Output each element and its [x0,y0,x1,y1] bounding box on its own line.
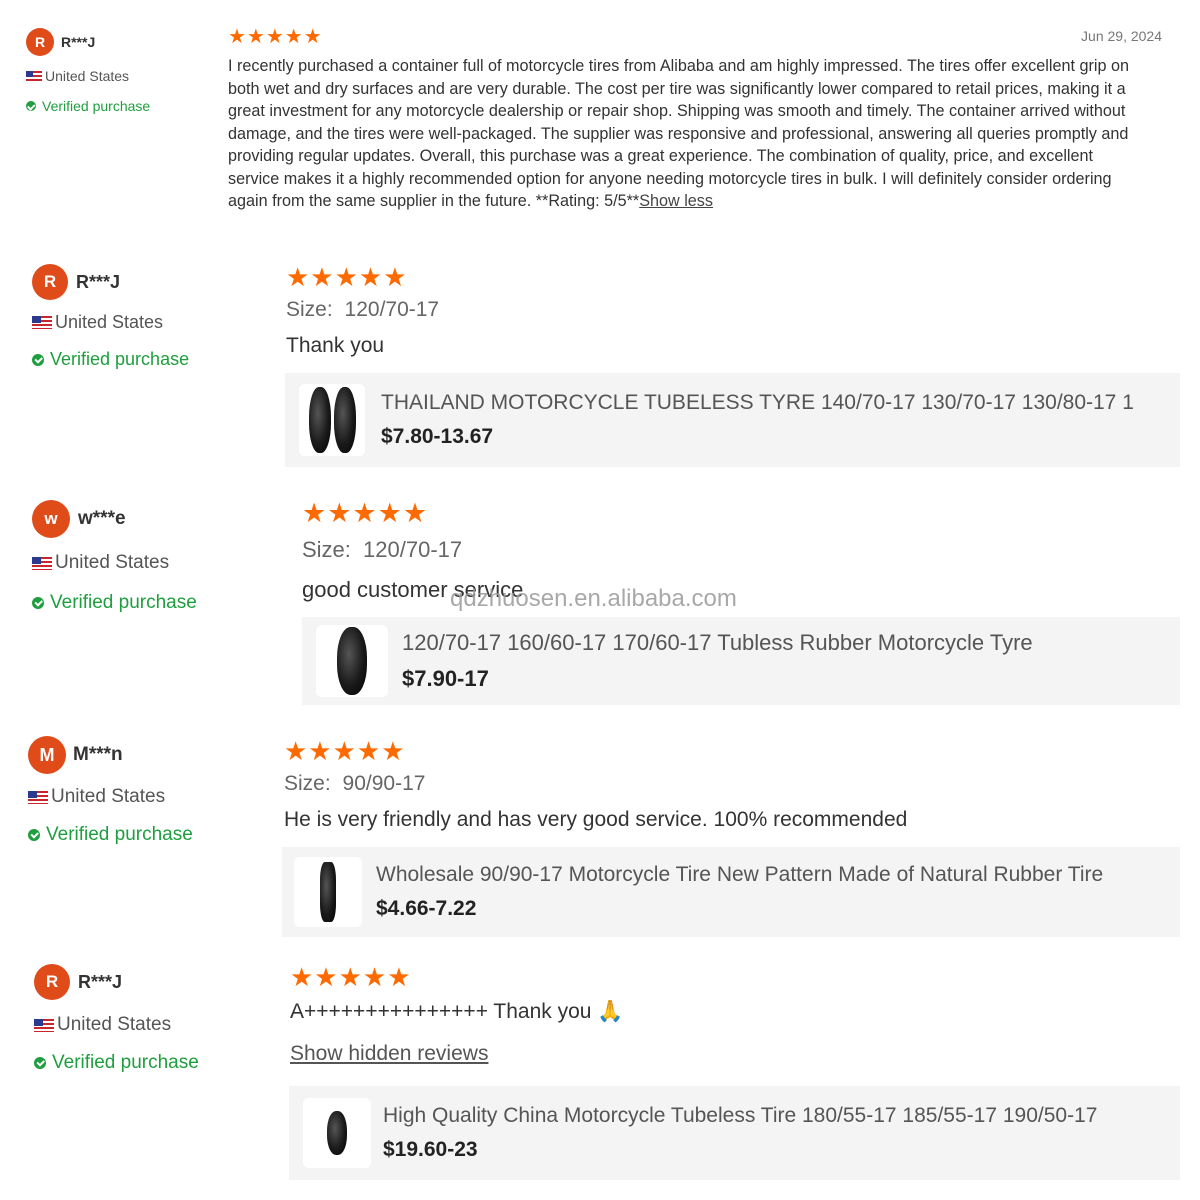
verified-badge: Verified purchase [34,1052,199,1074]
reviewer-name: R***J [76,271,121,292]
show-hidden-reviews-link[interactable]: Show hidden reviews [290,1042,488,1066]
avatar: R [26,28,54,56]
star-rating: ★★★★★ [290,962,412,992]
size-value: 120/70-17 [363,537,463,562]
reviewer-info: R R***J United States Verified purchase [34,964,199,1074]
tire-image [327,1111,347,1155]
verified-label: Verified purchase [50,592,197,613]
size-info: Size: 90/90-17 [284,772,1184,796]
reviewer-country: United States [28,786,193,808]
verified-badge: Verified purchase [28,824,193,846]
verified-badge: Verified purchase [32,349,189,370]
product-thumbnail [303,1098,371,1168]
verified-check-icon [28,829,40,841]
product-card[interactable]: High Quality China Motorcycle Tubeless T… [289,1086,1180,1180]
product-thumbnail [299,384,365,456]
reviewer-name: w***e [78,508,126,529]
review-text: He is very friendly and has very good se… [284,808,908,831]
verified-badge: Verified purchase [32,592,197,614]
review-text-block: I recently purchased a container full of… [228,55,1148,213]
review-content: ★★★★★ A+++++++++++++++ Thank you 🙏 Show … [290,964,1180,1066]
avatar: R [34,964,70,1000]
size-value: 90/90-17 [342,772,426,795]
verified-check-icon [34,1057,46,1069]
star-rating: ★★★★★ [284,736,406,766]
verified-check-icon [26,101,36,111]
us-flag-icon [32,556,52,570]
reviewer-name: R***J [78,971,123,992]
size-label: Size: [286,298,333,321]
avatar: R [32,264,68,300]
tire-image [337,627,367,695]
reviewer-country: United States [32,312,189,333]
country-label: United States [55,552,170,573]
review-content: ★★★★★ I recently purchased a container f… [228,27,1148,213]
review-item: M M***n United States Verified purchase … [0,720,1200,950]
review-item: R R***J United States Verified purchase … [0,240,1200,480]
product-title[interactable]: Wholesale 90/90-17 Motorcycle Tire New P… [376,863,1103,887]
star-rating: ★★★★★ [286,262,408,292]
star-rating: ★★★★★ [228,26,323,48]
product-card[interactable]: THAILAND MOTORCYCLE TUBELESS TYRE 140/70… [285,373,1180,467]
us-flag-icon [32,316,52,329]
verified-check-icon [32,353,44,366]
review-item: R R***J United States Verified purchase … [0,0,1200,240]
reviewer-info: R R***J United States Verified purchase [26,28,150,114]
size-label: Size: [284,772,331,795]
verified-label: Verified purchase [52,1052,199,1073]
tire-image [333,387,356,453]
reviewer-info: w w***e United States Verified purchase [32,500,197,614]
product-card[interactable]: 120/70-17 160/60-17 170/60-17 Tubless Ru… [302,617,1180,705]
reviewer-country: United States [26,68,150,84]
show-less-link[interactable]: Show less [639,192,713,210]
watermark: qdzhuosen.en.alibaba.com [450,585,737,612]
review-item: R R***J United States Verified purchase … [0,950,1200,1200]
size-info: Size: 120/70-17 [302,537,1182,563]
review-content: ★★★★★ Size: 120/70-17 good customer serv… [302,500,1182,603]
us-flag-icon [28,790,48,804]
us-flag-icon [34,1018,54,1032]
product-title[interactable]: THAILAND MOTORCYCLE TUBELESS TYRE 140/70… [381,391,1134,415]
verified-badge: Verified purchase [26,98,150,114]
verified-label: Verified purchase [42,98,151,114]
product-price: $19.60-23 [383,1138,478,1161]
review-text: I recently purchased a container full of… [228,57,1129,210]
verified-label: Verified purchase [46,824,193,845]
review-text: A+++++++++++++++ Thank you 🙏 [290,1000,624,1023]
avatar: w [32,500,70,538]
product-thumbnail [316,625,388,697]
size-label: Size: [302,537,351,562]
review-content: ★★★★★ Size: 120/70-17 Thank you [286,264,1186,358]
reviewer-name: R***J [61,34,96,50]
product-card[interactable]: Wholesale 90/90-17 Motorcycle Tire New P… [282,847,1180,937]
country-label: United States [57,1014,172,1035]
product-thumbnail [294,857,362,927]
tire-image [308,387,331,453]
verified-check-icon [32,597,44,609]
country-label: United States [45,68,130,84]
star-rating: ★★★★★ [302,498,429,528]
product-title[interactable]: 120/70-17 160/60-17 170/60-17 Tubless Ru… [402,630,1033,656]
size-info: Size: 120/70-17 [286,298,1186,322]
tire-image [320,862,336,922]
verified-label: Verified purchase [50,349,190,369]
country-label: United States [55,312,164,332]
product-price: $4.66-7.22 [376,897,477,920]
us-flag-icon [26,70,42,82]
product-title[interactable]: High Quality China Motorcycle Tubeless T… [383,1104,1097,1128]
reviewer-country: United States [34,1014,199,1036]
review-text: Thank you [286,334,385,357]
product-price: $7.80-13.67 [381,425,494,448]
review-text: good customer service [302,577,524,602]
reviewer-country: United States [32,552,197,574]
review-content: ★★★★★ Size: 90/90-17 He is very friendly… [284,738,1184,832]
reviewer-info: R R***J United States Verified purchase [32,264,189,370]
reviewer-name: M***n [73,744,123,765]
size-value: 120/70-17 [344,298,440,321]
country-label: United States [51,786,166,807]
avatar: M [28,736,66,774]
reviewer-info: M M***n United States Verified purchase [28,736,193,846]
product-price: $7.90-17 [402,666,489,691]
